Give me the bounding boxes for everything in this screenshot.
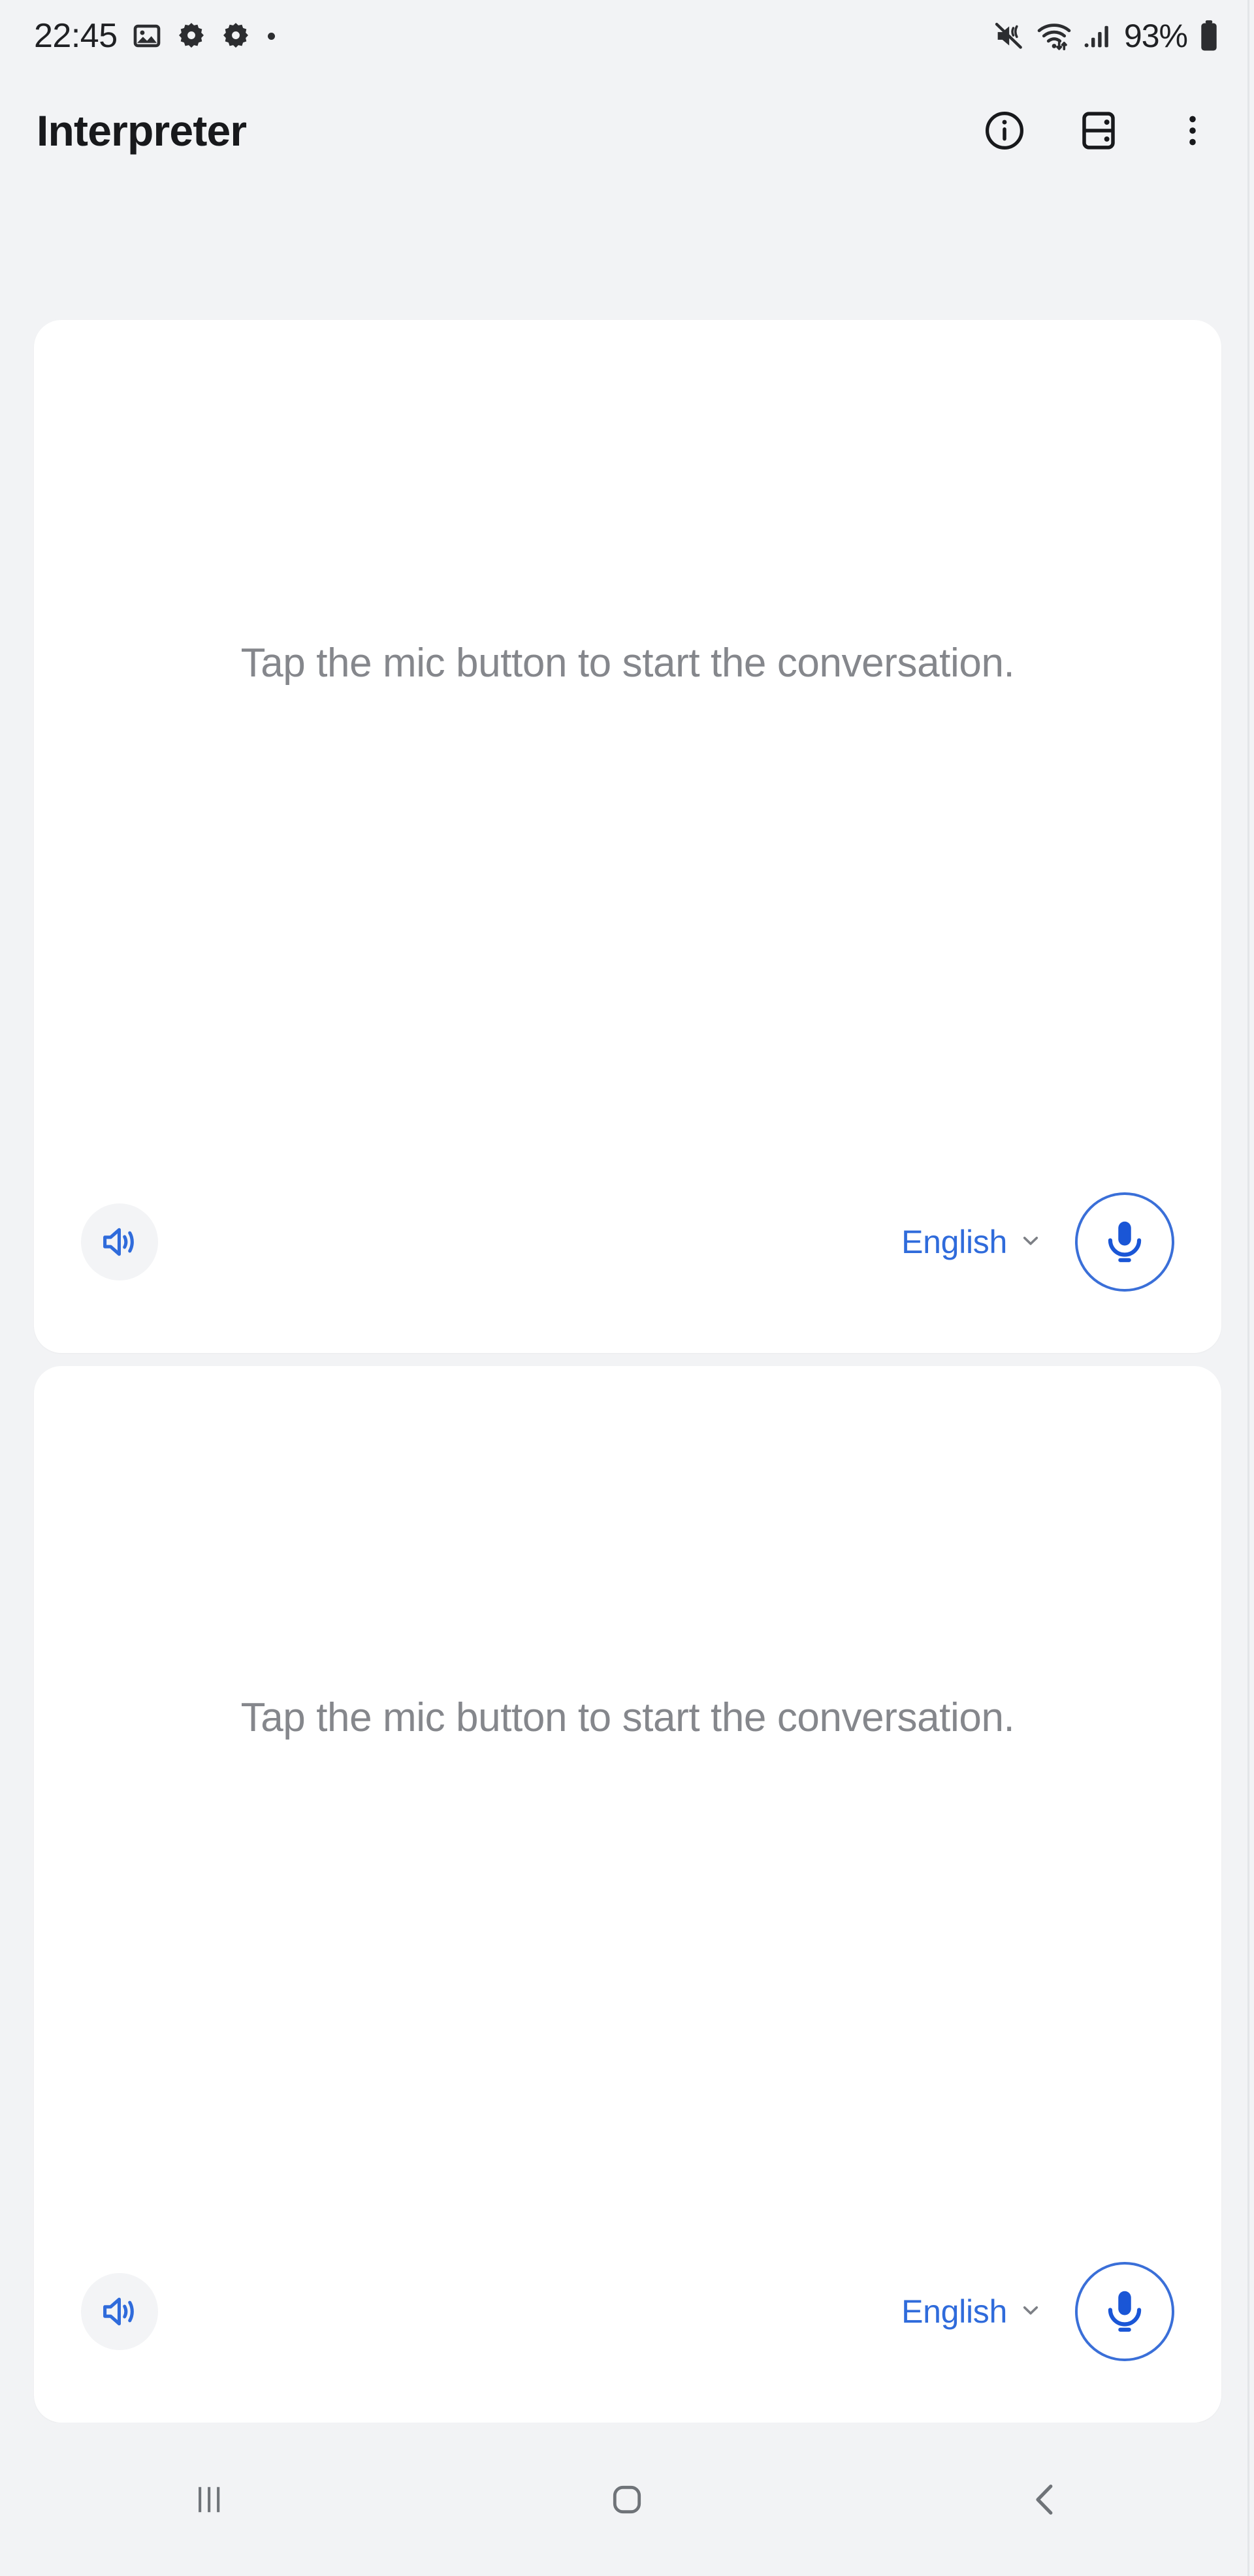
- language-label: English: [901, 1224, 1007, 1260]
- status-bar-right: 93%: [993, 18, 1220, 54]
- speaker-button[interactable]: [81, 1203, 158, 1280]
- back-button[interactable]: [973, 2451, 1117, 2549]
- placeholder-message: Tap the mic button to start the conversa…: [240, 1694, 1015, 1740]
- transcript-area-bottom: Tap the mic button to start the conversa…: [34, 1366, 1221, 2227]
- screen-edge-line: [1247, 0, 1249, 2576]
- chevron-down-icon: [1019, 2298, 1042, 2325]
- mic-button[interactable]: [1075, 1192, 1174, 1292]
- language-selector[interactable]: English: [897, 2286, 1046, 2337]
- page-title: Interpreter: [37, 106, 247, 155]
- interpreter-panel-bottom: Tap the mic button to start the conversa…: [34, 1366, 1221, 2423]
- mic-button[interactable]: [1075, 2262, 1174, 2361]
- settings-gear-icon: [176, 21, 206, 51]
- microphone-icon: [1108, 1221, 1142, 1262]
- app-bar-actions: [974, 101, 1223, 161]
- speaker-button[interactable]: [81, 2273, 158, 2350]
- notification-dot-icon: [267, 32, 275, 40]
- speaker-icon: [103, 2297, 134, 2326]
- battery-percent-label: 93%: [1123, 18, 1188, 54]
- status-bar-left: 22:45: [34, 19, 275, 53]
- panel-controls-top: English: [34, 1157, 1221, 1353]
- speaker-icon: [103, 1228, 134, 1256]
- home-button[interactable]: [555, 2451, 699, 2549]
- battery-icon: [1198, 19, 1220, 53]
- status-clock: 22:45: [34, 17, 118, 55]
- transcript-area-top: Tap the mic button to start the conversa…: [34, 320, 1221, 1157]
- settings-gear-icon: [221, 21, 251, 51]
- android-nav-bar: [0, 2423, 1254, 2576]
- home-icon: [613, 2485, 641, 2513]
- phone-screen: 22:45 93% Interpreter Tap the mic button…: [0, 0, 1254, 2576]
- chevron-left-icon: [1036, 2484, 1053, 2515]
- overflow-menu-icon[interactable]: [1163, 101, 1223, 161]
- recents-button[interactable]: [137, 2451, 281, 2549]
- recents-icon: [199, 2487, 220, 2512]
- panel-controls-right-top: English: [897, 1192, 1174, 1292]
- placeholder-message: Tap the mic button to start the conversa…: [240, 640, 1015, 686]
- panel-controls-bottom: English: [34, 2227, 1221, 2423]
- split-view-icon[interactable]: [1069, 101, 1129, 161]
- wifi-icon: [1037, 18, 1072, 54]
- language-selector[interactable]: English: [897, 1216, 1046, 1267]
- mute-vibrate-icon: [993, 20, 1026, 52]
- photo-icon: [132, 21, 162, 51]
- status-bar: 22:45 93%: [0, 0, 1254, 72]
- interpreter-panel-top: Tap the mic button to start the conversa…: [34, 320, 1221, 1353]
- microphone-icon: [1108, 2291, 1142, 2332]
- app-bar: Interpreter: [0, 72, 1254, 189]
- info-icon[interactable]: [974, 101, 1035, 161]
- language-label: English: [901, 2293, 1007, 2330]
- cellular-signal-icon: [1082, 20, 1114, 52]
- panel-controls-right-bottom: English: [897, 2262, 1174, 2361]
- chevron-down-icon: [1019, 1229, 1042, 1256]
